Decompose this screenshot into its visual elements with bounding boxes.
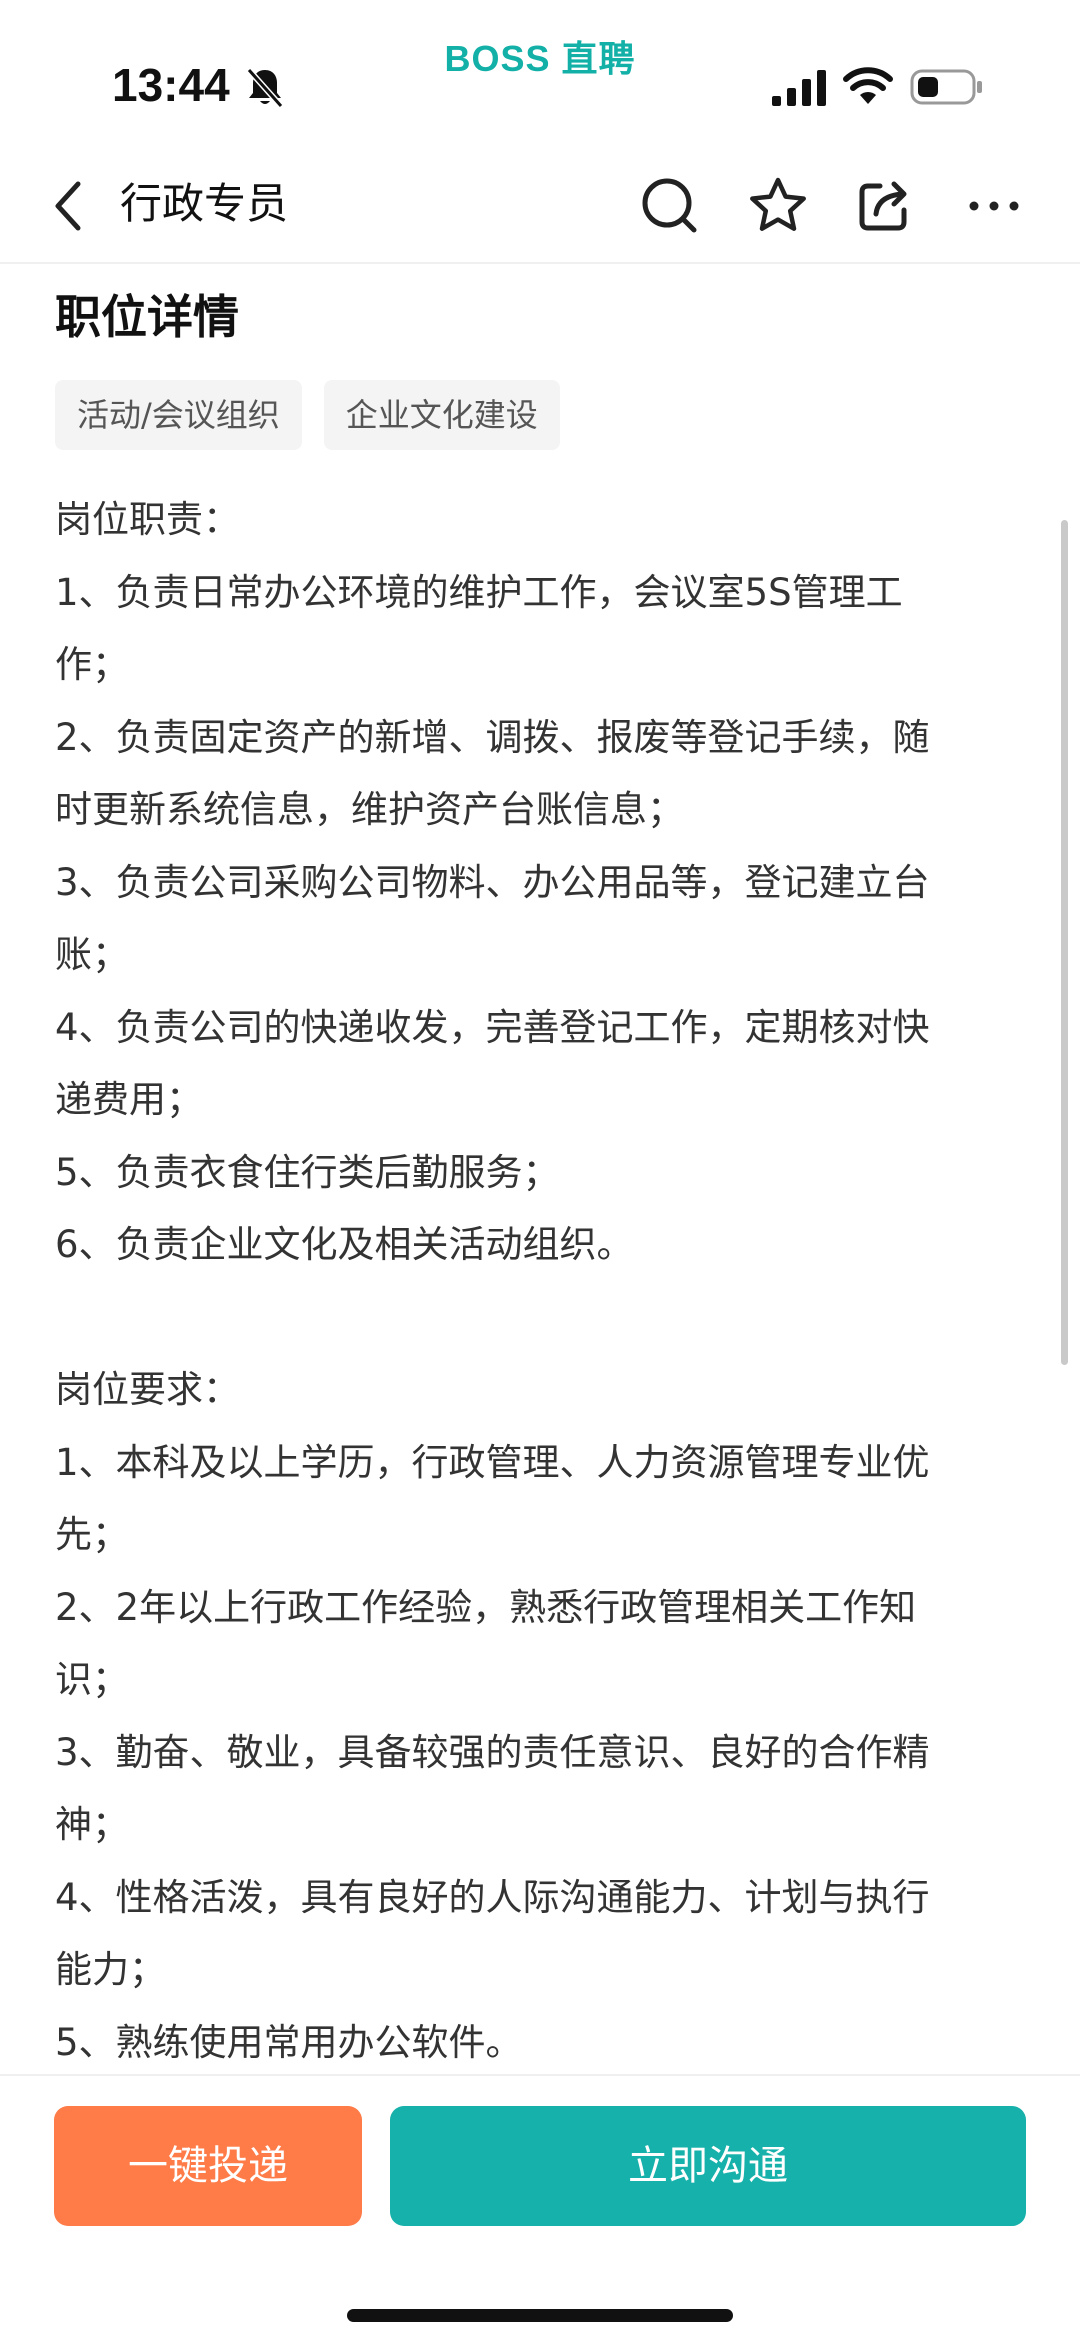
nav-bar: 行政专员: [0, 150, 1080, 264]
job-description: 岗位职责： 1、负责日常办公环境的维护工作，会议室5S管理工 作； 2、负责固定…: [55, 484, 1015, 2070]
scrollbar[interactable]: [1061, 520, 1068, 1365]
description-line: 能力；: [55, 1948, 166, 1991]
description-line: 4、性格活泼，具有良好的人际沟通能力、计划与执行: [55, 1875, 930, 1919]
description-line: [55, 1282, 1015, 1355]
description-line: 神；: [55, 1803, 129, 1846]
description-line: 4、负责公司的快递收发，完善登记工作，定期核对快: [55, 1005, 930, 1049]
skill-tags: 活动/会议组织 企业文化建设: [55, 380, 560, 450]
description-line: 2、2年以上行政工作经验，熟悉行政管理相关工作知: [55, 1585, 917, 1629]
description-line: 3、负责公司采购公司物料、办公用品等，登记建立台: [55, 860, 930, 904]
description-line: 递费用；: [55, 1078, 203, 1121]
description-line: 3、勤奋、敬业，具备较强的责任意识、良好的合作精: [55, 1730, 930, 1774]
section-title: 职位详情: [55, 290, 239, 344]
description-line: 1、本科及以上学历，行政管理、人力资源管理专业优: [55, 1440, 930, 1484]
wifi-icon: [843, 67, 893, 104]
chat-now-button[interactable]: 立即沟通: [390, 2106, 1026, 2226]
description-line: 岗位要求：: [55, 1368, 240, 1411]
skill-tag: 活动/会议组织: [55, 380, 302, 450]
description-line: 5、负责衣食住行类后勤服务；: [55, 1150, 560, 1194]
description-line: 识；: [55, 1658, 129, 1701]
quick-apply-button[interactable]: 一键投递: [54, 2106, 362, 2226]
description-line: 5、熟练使用常用办公软件。: [55, 2020, 523, 2064]
job-detail-content[interactable]: 职位详情 活动/会议组织 企业文化建设 岗位职责： 1、负责日常办公环境的维护工…: [55, 262, 1015, 2070]
bell-off-icon: [246, 68, 284, 108]
battery-icon: [910, 69, 982, 105]
description-line: 时更新系统信息，维护资产台账信息；: [55, 788, 684, 831]
description-line: 2、负责固定资产的新增、调拨、报废等登记手续，随: [55, 715, 930, 759]
back-icon[interactable]: [48, 176, 92, 236]
description-line: 先；: [55, 1513, 129, 1556]
signal-icon: [772, 70, 826, 106]
description-line: 岗位职责：: [55, 498, 240, 541]
home-indicator[interactable]: [347, 2309, 733, 2322]
description-line: 账；: [55, 933, 129, 976]
description-line: 作；: [55, 643, 129, 686]
star-icon[interactable]: [746, 174, 810, 238]
skill-tag: 企业文化建设: [323, 380, 560, 450]
status-bar: BOSS 直聘 13:44: [0, 0, 1080, 150]
share-icon[interactable]: [852, 174, 916, 238]
status-time: 13:44: [112, 59, 230, 111]
description-line: 6、负责企业文化及相关活动组织。: [55, 1223, 634, 1266]
description-line: 1、负责日常办公环境的维护工作，会议室5S管理工: [55, 570, 903, 614]
more-icon[interactable]: [962, 174, 1026, 238]
page-title: 行政专员: [120, 179, 289, 228]
search-icon[interactable]: [638, 174, 702, 238]
